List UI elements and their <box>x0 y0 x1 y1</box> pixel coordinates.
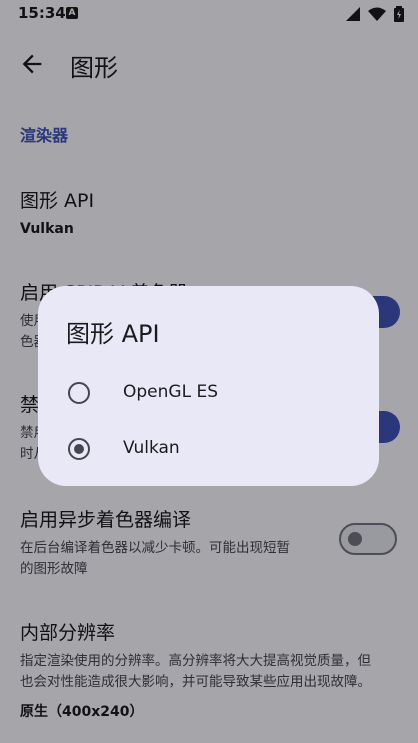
option-vulkan[interactable]: Vulkan <box>38 421 379 477</box>
option-label: OpenGL ES <box>123 382 218 402</box>
dialog-title: 图形 API <box>66 320 160 348</box>
radio-unchecked-icon[interactable] <box>68 382 90 404</box>
radio-checked-icon[interactable] <box>68 438 90 460</box>
graphics-api-dialog: 图形 API OpenGL ES Vulkan <box>38 286 379 486</box>
option-label: Vulkan <box>123 438 180 458</box>
option-opengl-es[interactable]: OpenGL ES <box>38 365 379 421</box>
